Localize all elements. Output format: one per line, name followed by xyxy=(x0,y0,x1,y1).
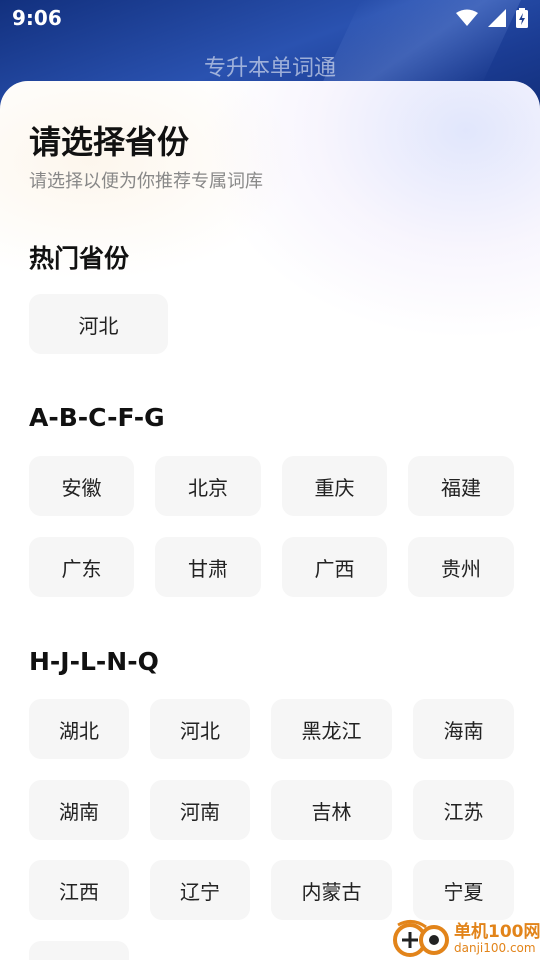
section-title-abcfg: A-B-C-F-G xyxy=(29,403,165,432)
province-chip[interactable]: 江西 xyxy=(29,860,129,920)
status-icons xyxy=(456,8,528,28)
wifi-icon xyxy=(456,9,478,26)
province-chip[interactable]: 甘肃 xyxy=(155,537,261,597)
province-chip[interactable]: 内蒙古 xyxy=(271,860,392,920)
province-chip[interactable]: 江苏 xyxy=(413,780,514,840)
province-chip[interactable]: 北京 xyxy=(155,456,261,516)
province-selection-sheet: 请选择省份 请选择以便为你推荐专属词库 热门省份 河北 A-B-C-F-G 安徽… xyxy=(0,81,540,960)
province-chip[interactable]: 河北 xyxy=(150,699,250,759)
province-chip[interactable]: 贵州 xyxy=(408,537,514,597)
province-chip[interactable]: 黑龙江 xyxy=(271,699,392,759)
watermark-logo-icon xyxy=(393,920,449,957)
page-title: 请选择省份 xyxy=(29,123,190,161)
province-chip[interactable]: 安徽 xyxy=(29,456,134,516)
province-chip[interactable]: 河南 xyxy=(150,780,250,840)
section-title-hjlnq: H-J-L-N-Q xyxy=(29,647,159,676)
province-chip-hot-hebei[interactable]: 河北 xyxy=(29,294,168,354)
watermark-cn: 单机100网 xyxy=(454,921,540,942)
page-subtitle: 请选择以便为你推荐专属词库 xyxy=(29,171,263,192)
app-title: 专升本单词通 xyxy=(203,56,336,81)
province-chip[interactable]: 福建 xyxy=(408,456,514,516)
watermark-text: 单机100网 danji100.com xyxy=(454,921,540,955)
watermark-en: danji100.com xyxy=(454,940,536,955)
status-time: 9:06 xyxy=(12,6,62,30)
province-chip[interactable]: 湖北 xyxy=(29,699,129,759)
watermark: 单机100网 danji100.com xyxy=(392,918,540,960)
province-chip[interactable]: 湖南 xyxy=(29,780,129,840)
province-chip[interactable]: 广西 xyxy=(282,537,387,597)
province-chip[interactable]: 重庆 xyxy=(282,456,387,516)
province-chip[interactable]: 吉林 xyxy=(271,780,392,840)
cellular-signal-icon xyxy=(488,9,506,27)
status-bar: 9:06 xyxy=(0,0,540,36)
province-chip-partial[interactable] xyxy=(29,941,129,960)
battery-charging-icon xyxy=(516,8,528,28)
province-chip[interactable]: 广东 xyxy=(29,537,134,597)
section-title-hot: 热门省份 xyxy=(29,244,130,273)
province-chip[interactable]: 宁夏 xyxy=(413,860,514,920)
province-chip[interactable]: 海南 xyxy=(413,699,514,759)
province-chip[interactable]: 辽宁 xyxy=(150,860,250,920)
sheet-decoration-glow xyxy=(200,81,540,341)
